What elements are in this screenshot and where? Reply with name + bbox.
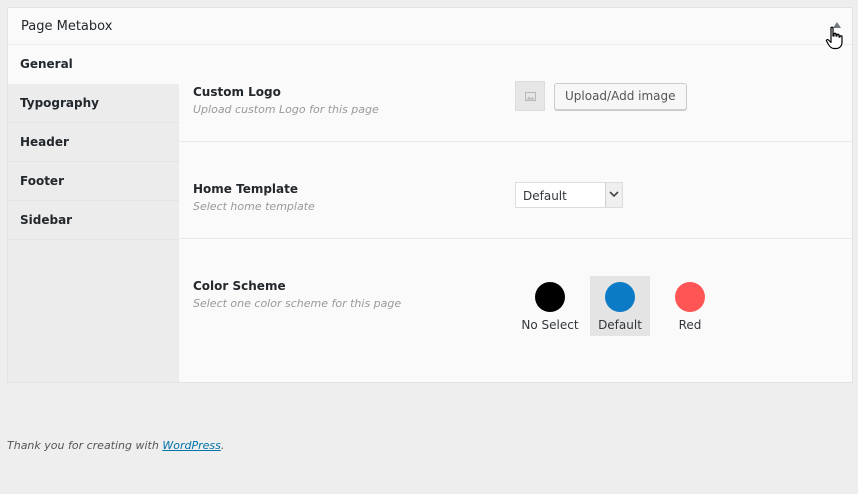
tab-general[interactable]: General [8, 45, 180, 84]
color-option-red[interactable]: Red [660, 276, 720, 336]
logo-preview [515, 81, 545, 111]
home-template-description: Select home template [193, 200, 315, 213]
settings-panel: Custom Logo Upload custom Logo for this … [179, 45, 852, 382]
dropdown-button[interactable] [605, 183, 622, 207]
color-scheme-description: Select one color scheme for this page [193, 297, 402, 310]
chevron-down-icon [609, 191, 619, 198]
sidebar-tabs: General Typography Header Footer Sidebar [8, 45, 180, 382]
tab-typography[interactable]: Typography [8, 84, 179, 123]
footer-suffix: . [220, 439, 225, 452]
metabox-header[interactable]: Page Metabox [8, 8, 852, 50]
swatch-dot [605, 282, 635, 312]
wordpress-link[interactable]: WordPress [162, 439, 221, 452]
color-scheme-label: Color Scheme [193, 279, 286, 293]
home-template-label: Home Template [193, 182, 299, 196]
metabox-title: Page Metabox [21, 19, 113, 34]
footer-prefix: Thank you for creating with [7, 439, 163, 452]
swatch-label: Red [678, 318, 702, 332]
swatch-label: Default [598, 318, 642, 332]
color-scheme-row: Color Scheme Select one color scheme for… [179, 239, 852, 382]
custom-logo-description: Upload custom Logo for this page [193, 103, 379, 116]
swatch-label: No Select [521, 318, 579, 332]
admin-footer-text: Thank you for creating with WordPress. [7, 439, 224, 452]
image-placeholder-icon [525, 92, 536, 101]
color-option-no-select[interactable]: No Select [520, 276, 580, 336]
custom-logo-row: Custom Logo Upload custom Logo for this … [179, 45, 852, 142]
swatch-dot [675, 282, 705, 312]
tab-sidebar[interactable]: Sidebar [8, 201, 179, 240]
page-metabox: Page Metabox General Typography Header F… [7, 7, 853, 383]
swatch-dot [535, 282, 565, 312]
tab-footer[interactable]: Footer [8, 162, 179, 201]
home-template-select[interactable]: Default [515, 182, 623, 208]
upload-image-button[interactable]: Upload/Add image [554, 83, 687, 110]
home-template-selected-value: Default [523, 189, 567, 203]
custom-logo-label: Custom Logo [193, 85, 281, 99]
tab-header[interactable]: Header [8, 123, 179, 162]
color-option-default[interactable]: Default [590, 276, 650, 336]
